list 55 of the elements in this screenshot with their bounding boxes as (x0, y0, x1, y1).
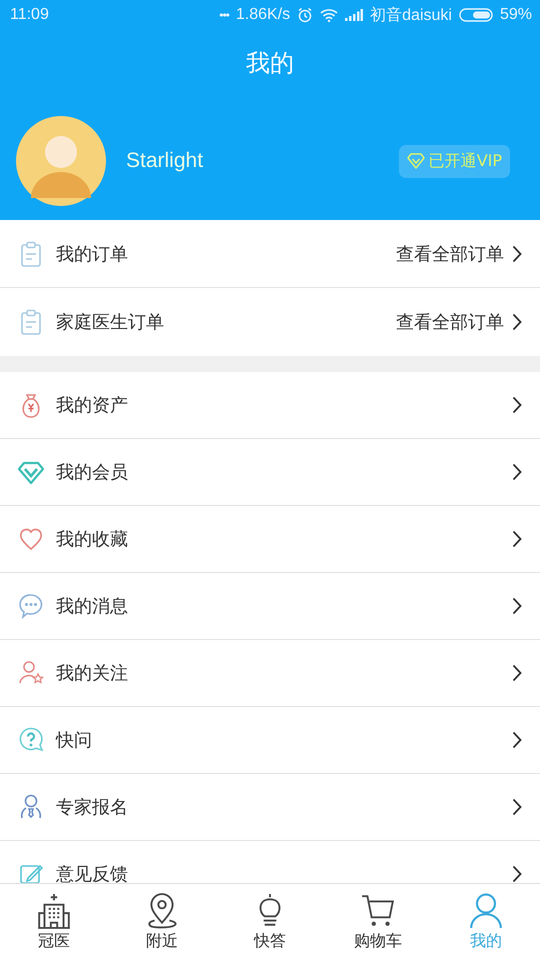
menu-row[interactable]: 我的关注 (0, 640, 540, 707)
clipboard-icon (18, 308, 44, 336)
battery-icon (458, 8, 493, 22)
diamond-icon (406, 153, 425, 169)
menu-label: 我的资产 (56, 394, 129, 417)
alarm-icon (297, 7, 314, 23)
shopping-cart-icon (361, 892, 395, 928)
menu-label: 我的会员 (56, 461, 129, 484)
nav-tab[interactable]: 购物车 (324, 884, 432, 960)
more-icon: ••• (219, 8, 229, 22)
order-row[interactable]: 我的订单 查看全部订单 (0, 220, 540, 288)
menu-label: 我的关注 (56, 662, 129, 685)
order-label: 我的订单 (56, 242, 129, 266)
chevron-right-icon (512, 463, 522, 481)
menu-row[interactable]: 我的消息 (0, 573, 540, 640)
carrier-name: 初音daisuki (370, 6, 452, 26)
chat-bubble-icon (18, 592, 44, 620)
chevron-right-icon (512, 313, 522, 331)
menu-label: 我的消息 (56, 595, 129, 618)
chevron-right-icon (512, 530, 522, 548)
hospital-building-icon (37, 892, 71, 928)
status-time: 11:09 (10, 6, 49, 24)
menu-label: 快问 (56, 729, 93, 752)
chevron-right-icon (512, 865, 522, 883)
menu-label: 意见反馈 (56, 863, 129, 883)
menu-row[interactable]: 我的收藏 (0, 506, 540, 573)
menu-label: 专家报名 (56, 796, 129, 819)
battery-percent: 59% (500, 6, 532, 24)
menu-row[interactable]: 我的资产 (0, 372, 540, 439)
chevron-right-icon (512, 244, 522, 262)
user-name: Starlight (126, 149, 204, 173)
chevron-right-icon (512, 798, 522, 816)
nav-tab[interactable]: 快答 (216, 884, 324, 960)
menu-row[interactable]: 专家报名 (0, 774, 540, 841)
nav-tab[interactable]: 附近 (108, 884, 216, 960)
chevron-right-icon (512, 396, 522, 414)
network-speed: 1.86K/s (236, 6, 290, 24)
page-title: 我的 (245, 48, 295, 79)
menu-row[interactable]: 我的会员 (0, 439, 540, 506)
view-all-orders-link[interactable]: 查看全部订单 (396, 310, 504, 334)
chevron-right-icon (512, 664, 522, 682)
view-all-orders-link[interactable]: 查看全部订单 (396, 242, 504, 266)
menu-row[interactable]: 快问 (0, 707, 540, 774)
wifi-icon (320, 8, 338, 22)
order-row[interactable]: 家庭医生订单 查看全部订单 (0, 288, 540, 356)
order-label: 家庭医生订单 (56, 311, 165, 334)
nav-tab[interactable]: 冠医 (0, 884, 108, 960)
person-tie-icon (18, 793, 44, 821)
chevron-right-icon (512, 731, 522, 749)
person-icon (469, 892, 503, 928)
clipboard-icon (18, 240, 44, 268)
menu-label: 我的收藏 (56, 528, 129, 551)
chevron-right-icon (512, 597, 522, 615)
signal-icon (345, 9, 364, 21)
question-bubble-icon (18, 726, 44, 754)
